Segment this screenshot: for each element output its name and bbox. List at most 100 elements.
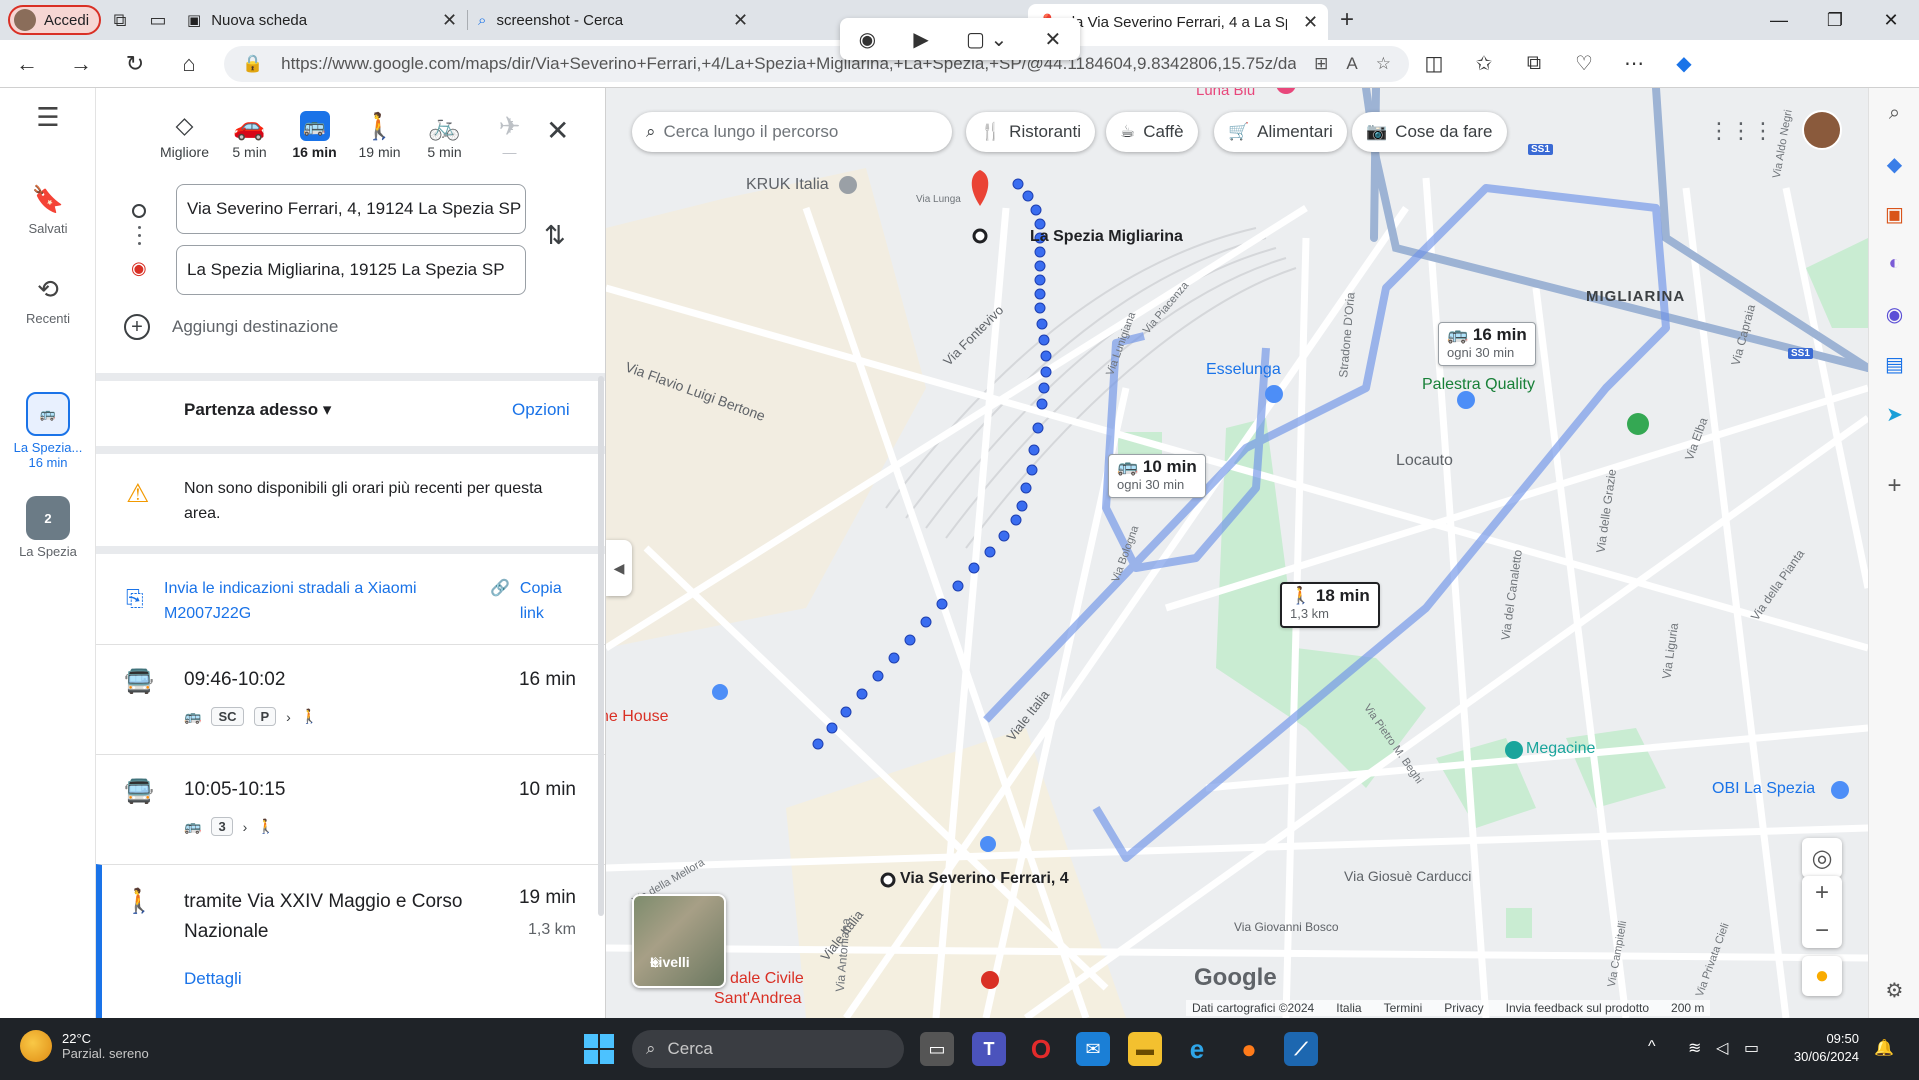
add-icon[interactable]: + — [1869, 472, 1919, 500]
taskbar-search[interactable]: ⌕ Cerca — [632, 1030, 904, 1068]
pegman-button[interactable]: ● — [1802, 956, 1842, 996]
route-option[interactable]: 🚍 09:46-10:02 16 min 🚌 SC P › 🚶 — [96, 644, 605, 754]
notification-bell-icon[interactable]: 🔔 — [1874, 1038, 1894, 1058]
route-search-input[interactable]: ⌕ Cerca lungo il percorso — [632, 112, 952, 152]
close-window-icon[interactable]: ✕ — [1863, 0, 1919, 40]
mode-transit[interactable]: 🚌 16 min — [286, 108, 343, 160]
poi-label[interactable]: Palestra Quality — [1422, 376, 1535, 394]
people-icon[interactable]: ◐ — [1869, 252, 1919, 275]
close-directions-icon[interactable]: ✕ — [546, 114, 569, 147]
outlook-icon[interactable]: ▤ — [1869, 352, 1919, 377]
tab-actions-icon[interactable]: ▭ — [139, 4, 177, 36]
new-tab-button[interactable]: + — [1328, 4, 1366, 36]
recent-button[interactable]: ⟲ Recenti — [0, 274, 96, 326]
video-icon[interactable]: ▶ — [913, 27, 928, 52]
read-aloud-icon[interactable]: A — [1346, 54, 1357, 74]
home-icon[interactable]: ⌂ — [162, 44, 216, 84]
filter-things-to-do[interactable]: 📷 Cose da fare — [1352, 112, 1507, 152]
toolbox-icon[interactable]: ▣ — [1869, 202, 1919, 227]
search-icon[interactable]: ⌕ — [1869, 102, 1919, 125]
mode-car[interactable]: 🚗 5 min — [221, 108, 278, 161]
minimize-icon[interactable]: — — [1751, 0, 1807, 40]
tab-search[interactable]: ⌕ screenshot - Cerca ✕ — [468, 4, 758, 36]
depart-dropdown[interactable]: Partenza adesso ▾ — [184, 400, 331, 420]
camera-icon[interactable]: ◉ — [859, 27, 876, 52]
origin-label[interactable]: Via Severino Ferrari, 4 — [900, 870, 1069, 888]
app-available-icon[interactable]: ⊞ — [1314, 54, 1328, 74]
mode-bike[interactable]: 🚲 5 min — [416, 108, 473, 161]
route-callout[interactable]: 🚌 16 min ogni 30 min — [1438, 322, 1536, 366]
privacy-link[interactable]: Privacy — [1444, 1001, 1483, 1015]
filter-restaurants[interactable]: 🍴 Ristoranti — [966, 112, 1095, 152]
weather-widget[interactable]: 22°C Parzial. sereno — [20, 1030, 149, 1062]
file-explorer-icon[interactable]: ▬ — [1128, 1032, 1162, 1066]
wifi-icon[interactable]: ≋ — [1688, 1038, 1701, 1058]
volume-icon[interactable]: ◁ — [1716, 1038, 1728, 1058]
panel-scrollbar[interactable] — [598, 376, 604, 916]
route-callout-walk[interactable]: 🚶 18 min 1,3 km — [1280, 582, 1380, 628]
edge-icon[interactable]: e — [1180, 1032, 1214, 1066]
zoom-out-icon[interactable]: − — [1815, 917, 1829, 945]
poi-label[interactable]: KRUK Italia — [746, 176, 829, 194]
task-view-icon[interactable]: ▭ — [920, 1032, 954, 1066]
more-icon[interactable]: ⋯ — [1609, 44, 1659, 84]
poi-label[interactable]: ne House — [606, 708, 669, 726]
account-avatar[interactable] — [1802, 110, 1842, 150]
close-tab-icon[interactable]: ✕ — [1303, 12, 1318, 33]
copilot-icon[interactable]: ◆ — [1659, 44, 1709, 84]
route-option[interactable]: 🚍 10:05-10:15 10 min 🚌 3 › 🚶 — [96, 754, 605, 864]
maximize-icon[interactable]: ❐ — [1807, 0, 1863, 40]
collapse-panel-button[interactable]: ◀ — [606, 540, 632, 596]
layers-button[interactable]: ◈ Livelli — [632, 894, 726, 988]
clock[interactable]: 09:50 30/06/2024 — [1794, 1030, 1859, 1066]
workspaces-icon[interactable]: ⧉ — [101, 4, 139, 36]
scale-label[interactable]: 200 m — [1671, 1001, 1704, 1015]
options-button[interactable]: Opzioni — [512, 400, 570, 420]
browser-essentials-icon[interactable]: ♡ — [1559, 44, 1609, 84]
attribution-text[interactable]: Italia — [1336, 1001, 1361, 1015]
copy-link-button[interactable]: 🔗 Copia link — [490, 576, 570, 626]
poi-label[interactable]: Locauto — [1396, 452, 1453, 470]
mode-best[interactable]: ⬦ Migliore — [156, 108, 213, 160]
recent-item-place[interactable]: 2 La Spezia — [0, 496, 96, 559]
swap-icon[interactable]: ⇅ — [544, 220, 566, 251]
back-icon[interactable]: ← — [0, 44, 54, 84]
settings-icon[interactable]: ⚙ — [1869, 978, 1919, 1003]
feedback-link[interactable]: Invia feedback sul prodotto — [1506, 1001, 1649, 1015]
filter-cafe[interactable]: ☕ Caffè — [1106, 112, 1198, 152]
firefox-icon[interactable]: ● — [1232, 1032, 1266, 1066]
close-capture-icon[interactable]: ✕ — [1045, 27, 1062, 52]
start-button[interactable] — [584, 1034, 614, 1064]
poi-label[interactable]: Luna Blu — [1196, 88, 1255, 99]
destination-field[interactable]: La Spezia Migliarina, 19125 La Spezia SP — [176, 245, 526, 295]
tab-new-tab[interactable]: ▣ Nuova scheda ✕ — [177, 4, 467, 36]
my-location-button[interactable]: ◎ — [1802, 838, 1842, 878]
zoom-in-icon[interactable]: + — [1815, 879, 1829, 907]
chevron-up-icon[interactable]: ^ — [1648, 1038, 1656, 1056]
tag-icon[interactable]: ◆ — [1869, 152, 1919, 177]
opera-icon[interactable]: O — [1024, 1032, 1058, 1066]
station-label[interactable]: La Spezia Migliarina — [1030, 228, 1183, 246]
capture-mode-icon[interactable]: ▢ ⌄ — [966, 27, 1007, 52]
close-tab-icon[interactable]: ✕ — [733, 10, 748, 31]
add-destination-button[interactable]: + Aggiungi destinazione — [124, 314, 338, 340]
teams-icon[interactable]: T — [972, 1032, 1006, 1066]
details-link[interactable]: Dettagli — [184, 969, 242, 989]
mode-walk[interactable]: 🚶 19 min — [351, 108, 408, 161]
poi-label[interactable]: Esselunga — [1206, 361, 1281, 379]
reload-icon[interactable]: ↻ — [108, 44, 162, 84]
profile-button[interactable]: Accedi — [8, 5, 102, 35]
poi-label[interactable]: Sant'Andrea — [714, 990, 802, 1008]
collections-icon[interactable]: ⧉ — [1509, 44, 1559, 84]
url-field[interactable]: 🔒 https://www.google.com/maps/dir/Via+Se… — [224, 45, 1409, 82]
favorite-icon[interactable]: ☆ — [1376, 54, 1391, 74]
mail-icon[interactable]: ✉ — [1076, 1032, 1110, 1066]
recent-item-transit[interactable]: 🚌 La Spezia... 16 min — [0, 392, 96, 470]
saved-button[interactable]: 🔖 Salvati — [0, 184, 96, 236]
filter-groceries[interactable]: 🛒 Alimentari — [1214, 112, 1347, 152]
apps-grid-icon[interactable]: ⋮⋮⋮ — [1708, 118, 1774, 144]
close-tab-icon[interactable]: ✕ — [442, 10, 457, 31]
send-icon[interactable]: ➤ — [1869, 402, 1919, 427]
battery-icon[interactable]: ▭ — [1744, 1038, 1759, 1058]
route-option-walk[interactable]: 🚶 tramite Via XXIV Maggio e Corso Nazion… — [96, 864, 605, 1018]
